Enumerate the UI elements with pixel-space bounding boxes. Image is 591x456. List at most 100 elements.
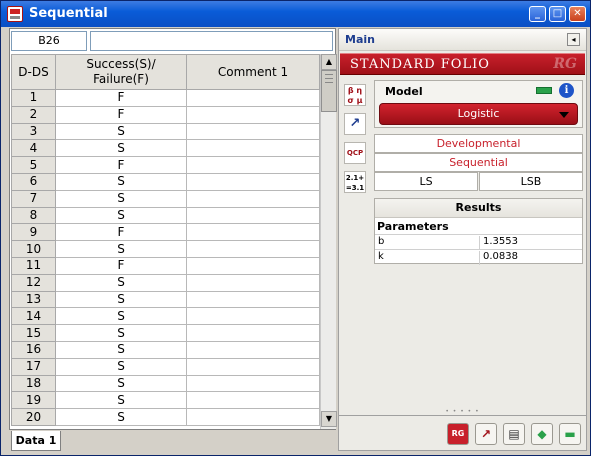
wizard-icon[interactable]: ◆ bbox=[531, 423, 553, 445]
report-icon[interactable]: RG bbox=[447, 423, 469, 445]
success-failure-cell[interactable]: S bbox=[55, 324, 187, 342]
row-number[interactable]: 19 bbox=[11, 391, 56, 410]
success-failure-cell[interactable]: S bbox=[55, 340, 187, 359]
row-number[interactable]: 18 bbox=[11, 374, 56, 393]
success-failure-cell[interactable]: S bbox=[55, 172, 187, 191]
row-number[interactable]: 4 bbox=[11, 139, 56, 158]
model-dropdown[interactable]: Logistic bbox=[379, 103, 578, 125]
success-failure-cell[interactable]: S bbox=[55, 122, 187, 141]
row-number[interactable]: 1 bbox=[11, 89, 56, 107]
comment-cell[interactable] bbox=[186, 156, 320, 174]
comment-cell[interactable] bbox=[186, 340, 320, 359]
success-failure-cell[interactable]: S bbox=[55, 139, 187, 158]
column-header[interactable]: Success(S)/ Failure(F) bbox=[55, 54, 187, 90]
developmental-option[interactable]: Developmental bbox=[374, 134, 583, 153]
row-number[interactable]: 13 bbox=[11, 290, 56, 309]
qcp-icon[interactable]: QCP bbox=[344, 142, 366, 164]
success-failure-cell[interactable]: F bbox=[55, 223, 187, 242]
comment-cell[interactable] bbox=[186, 105, 320, 124]
success-failure-cell[interactable]: S bbox=[55, 357, 187, 376]
comment-cell[interactable] bbox=[186, 324, 320, 342]
comment-cell[interactable] bbox=[186, 206, 320, 225]
app-icon[interactable] bbox=[7, 6, 23, 22]
comment-cell[interactable] bbox=[186, 189, 320, 208]
row-number[interactable]: 12 bbox=[11, 273, 56, 292]
column-header[interactable]: D-DS bbox=[11, 54, 56, 90]
table-row: 5F bbox=[11, 156, 320, 174]
success-failure-cell[interactable]: S bbox=[55, 273, 187, 292]
row-number[interactable]: 3 bbox=[11, 122, 56, 141]
success-failure-cell[interactable]: S bbox=[55, 290, 187, 309]
comment-cell[interactable] bbox=[186, 122, 320, 141]
table-row: 16 S bbox=[11, 340, 320, 359]
success-failure-cell[interactable]: F bbox=[55, 89, 187, 107]
close-button[interactable]: ✕ bbox=[569, 6, 586, 22]
row-number[interactable]: 17 bbox=[11, 357, 56, 376]
comment-cell[interactable] bbox=[186, 408, 320, 426]
row-number[interactable]: 6 bbox=[11, 172, 56, 191]
cell-reference-box[interactable]: B26 bbox=[11, 31, 87, 51]
scroll-up-arrow-icon[interactable]: ▲ bbox=[321, 54, 337, 70]
comment-cell[interactable] bbox=[186, 290, 320, 309]
row-number[interactable]: 7 bbox=[11, 189, 56, 208]
comment-cell[interactable] bbox=[186, 139, 320, 158]
scroll-thumb[interactable] bbox=[321, 70, 337, 112]
success-failure-cell[interactable]: F bbox=[55, 256, 187, 275]
row-number[interactable]: 16 bbox=[11, 340, 56, 359]
comment-cell[interactable] bbox=[186, 374, 320, 393]
comment-cell[interactable] bbox=[186, 256, 320, 275]
header-row: D-DS Success(S)/ Failure(F) Comment 1 bbox=[11, 54, 320, 90]
row-number[interactable]: 10 bbox=[11, 240, 56, 258]
vertical-scrollbar[interactable]: ▲ ▼ bbox=[320, 54, 337, 429]
row-number[interactable]: 11 bbox=[11, 256, 56, 275]
comment-cell[interactable] bbox=[186, 172, 320, 191]
success-failure-cell[interactable]: S bbox=[55, 374, 187, 393]
folio-banner: STANDARD FOLIO RG bbox=[340, 53, 585, 75]
row-number[interactable]: 5 bbox=[11, 156, 56, 174]
comment-cell[interactable] bbox=[186, 357, 320, 376]
comment-cell[interactable] bbox=[186, 223, 320, 242]
minimize-button[interactable]: _ bbox=[529, 6, 546, 22]
maximize-button[interactable]: □ bbox=[549, 6, 566, 22]
parameter-symbols-icon[interactable]: β η σ μ bbox=[344, 84, 366, 106]
success-failure-cell[interactable]: S bbox=[55, 189, 187, 208]
row-number[interactable]: 9 bbox=[11, 223, 56, 242]
success-failure-cell[interactable]: F bbox=[55, 105, 187, 124]
success-failure-cell[interactable]: S bbox=[55, 391, 187, 410]
sheet-view-icon[interactable]: ▤ bbox=[503, 423, 525, 445]
plot-icon[interactable]: ↗ bbox=[344, 113, 366, 135]
row-number[interactable]: 2 bbox=[11, 105, 56, 124]
comment-cell[interactable] bbox=[186, 240, 320, 258]
plot-sheet-icon[interactable]: ↗ bbox=[475, 423, 497, 445]
success-failure-cell[interactable]: S bbox=[55, 240, 187, 258]
title-bar[interactable]: Sequential _ □ ✕ bbox=[1, 1, 590, 27]
table-row: 11 F bbox=[11, 256, 320, 275]
row-number[interactable]: 8 bbox=[11, 206, 56, 225]
tab-data-1[interactable]: Data 1 bbox=[11, 431, 61, 451]
success-failure-cell[interactable]: S bbox=[55, 408, 187, 426]
sequential-option[interactable]: Sequential bbox=[374, 153, 583, 172]
comment-cell[interactable] bbox=[186, 273, 320, 292]
row-number[interactable]: 15 bbox=[11, 324, 56, 342]
comment-cell[interactable] bbox=[186, 307, 320, 326]
column-header[interactable]: Comment 1 bbox=[186, 54, 320, 90]
comment-cell[interactable] bbox=[186, 391, 320, 410]
formula-bar[interactable] bbox=[90, 31, 333, 51]
collapse-arrow-icon[interactable]: ◂ bbox=[567, 33, 580, 46]
parameter-value: 0.0838 bbox=[479, 251, 582, 265]
success-failure-cell[interactable]: S bbox=[55, 206, 187, 225]
calculator-icon[interactable]: 2.1+ =3.1 bbox=[344, 171, 366, 193]
lsb-option[interactable]: LSB bbox=[479, 172, 583, 191]
results-section: Results Parameters b 1.3553 k 0.0838 bbox=[374, 198, 583, 265]
summary-icon[interactable]: ▬ bbox=[559, 423, 581, 445]
model-bar-icon[interactable] bbox=[536, 87, 552, 94]
scroll-down-arrow-icon[interactable]: ▼ bbox=[321, 411, 337, 427]
info-icon[interactable]: i bbox=[559, 83, 574, 98]
table-row: 9F bbox=[11, 223, 320, 242]
row-number[interactable]: 20 bbox=[11, 408, 56, 426]
row-number[interactable]: 14 bbox=[11, 307, 56, 326]
comment-cell[interactable] bbox=[186, 89, 320, 107]
success-failure-cell[interactable]: S bbox=[55, 307, 187, 326]
ls-option[interactable]: LS bbox=[374, 172, 478, 191]
success-failure-cell[interactable]: F bbox=[55, 156, 187, 174]
